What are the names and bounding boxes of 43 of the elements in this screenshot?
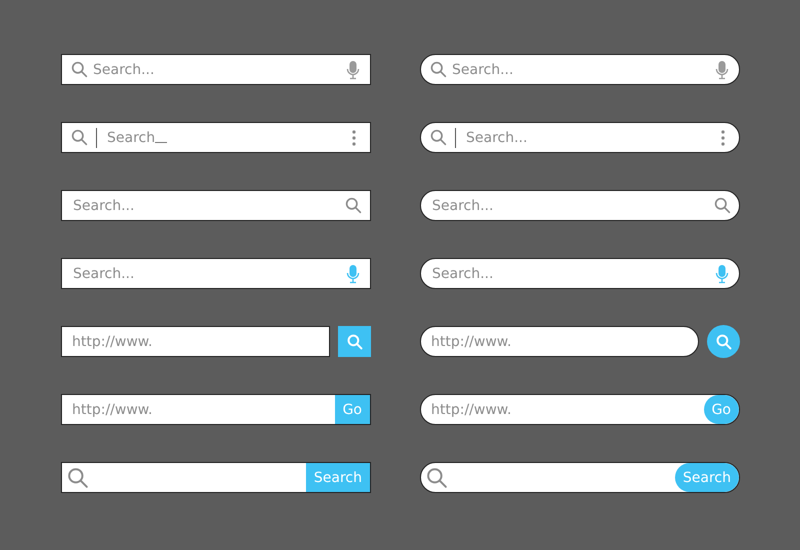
text-input[interactable]: Search... bbox=[73, 191, 345, 220]
text-input[interactable]: Search... bbox=[432, 191, 714, 220]
search-bar[interactable]: Search... bbox=[420, 54, 740, 85]
search-icon bbox=[345, 197, 362, 214]
go-button[interactable]: Go bbox=[704, 395, 739, 424]
search-icon bbox=[67, 466, 89, 488]
search-icon bbox=[716, 334, 732, 350]
search-icon bbox=[71, 129, 88, 146]
text-input[interactable]: Search... bbox=[466, 123, 721, 152]
text-input[interactable]: Search... bbox=[452, 55, 715, 84]
search-bar[interactable]: Search... bbox=[61, 258, 371, 289]
text-input[interactable]: Search... bbox=[73, 259, 346, 288]
search-button[interactable] bbox=[707, 325, 740, 358]
search-icon bbox=[71, 61, 88, 78]
go-button[interactable]: Go bbox=[334, 395, 370, 424]
search-icon bbox=[346, 334, 362, 350]
search-button[interactable]: Search bbox=[306, 463, 370, 492]
search-icon bbox=[430, 61, 447, 78]
text-input[interactable]: Search... bbox=[432, 259, 715, 288]
search-icon bbox=[430, 129, 447, 146]
search-bar[interactable]: Search... bbox=[420, 190, 740, 221]
search-bar[interactable]: Search bbox=[61, 122, 371, 153]
text-input[interactable]: http://www. bbox=[72, 395, 335, 424]
search-bar[interactable]: Search... bbox=[420, 122, 740, 153]
search-button[interactable]: Search bbox=[674, 463, 739, 492]
microphone-icon[interactable] bbox=[346, 264, 360, 284]
search-bar[interactable]: Search bbox=[61, 462, 371, 493]
search-text: Search bbox=[107, 130, 156, 144]
search-bar[interactable]: Search... bbox=[61, 54, 371, 85]
microphone-icon[interactable] bbox=[346, 60, 360, 80]
more-icon[interactable] bbox=[721, 130, 725, 146]
search-icon bbox=[714, 197, 731, 214]
search-bar[interactable]: http://www. Go bbox=[61, 394, 371, 425]
search-bar[interactable]: http://www. Go bbox=[420, 394, 740, 425]
microphone-icon[interactable] bbox=[715, 264, 729, 284]
more-icon[interactable] bbox=[352, 130, 356, 146]
search-bar[interactable]: Search... bbox=[61, 190, 371, 221]
text-input[interactable]: Search... bbox=[93, 55, 346, 84]
search-bar[interactable]: Search... bbox=[420, 258, 740, 289]
microphone-icon[interactable] bbox=[715, 60, 729, 80]
search-icon bbox=[426, 466, 448, 488]
search-bar[interactable]: Search bbox=[420, 462, 740, 493]
text-input[interactable]: http://www. bbox=[431, 395, 704, 424]
